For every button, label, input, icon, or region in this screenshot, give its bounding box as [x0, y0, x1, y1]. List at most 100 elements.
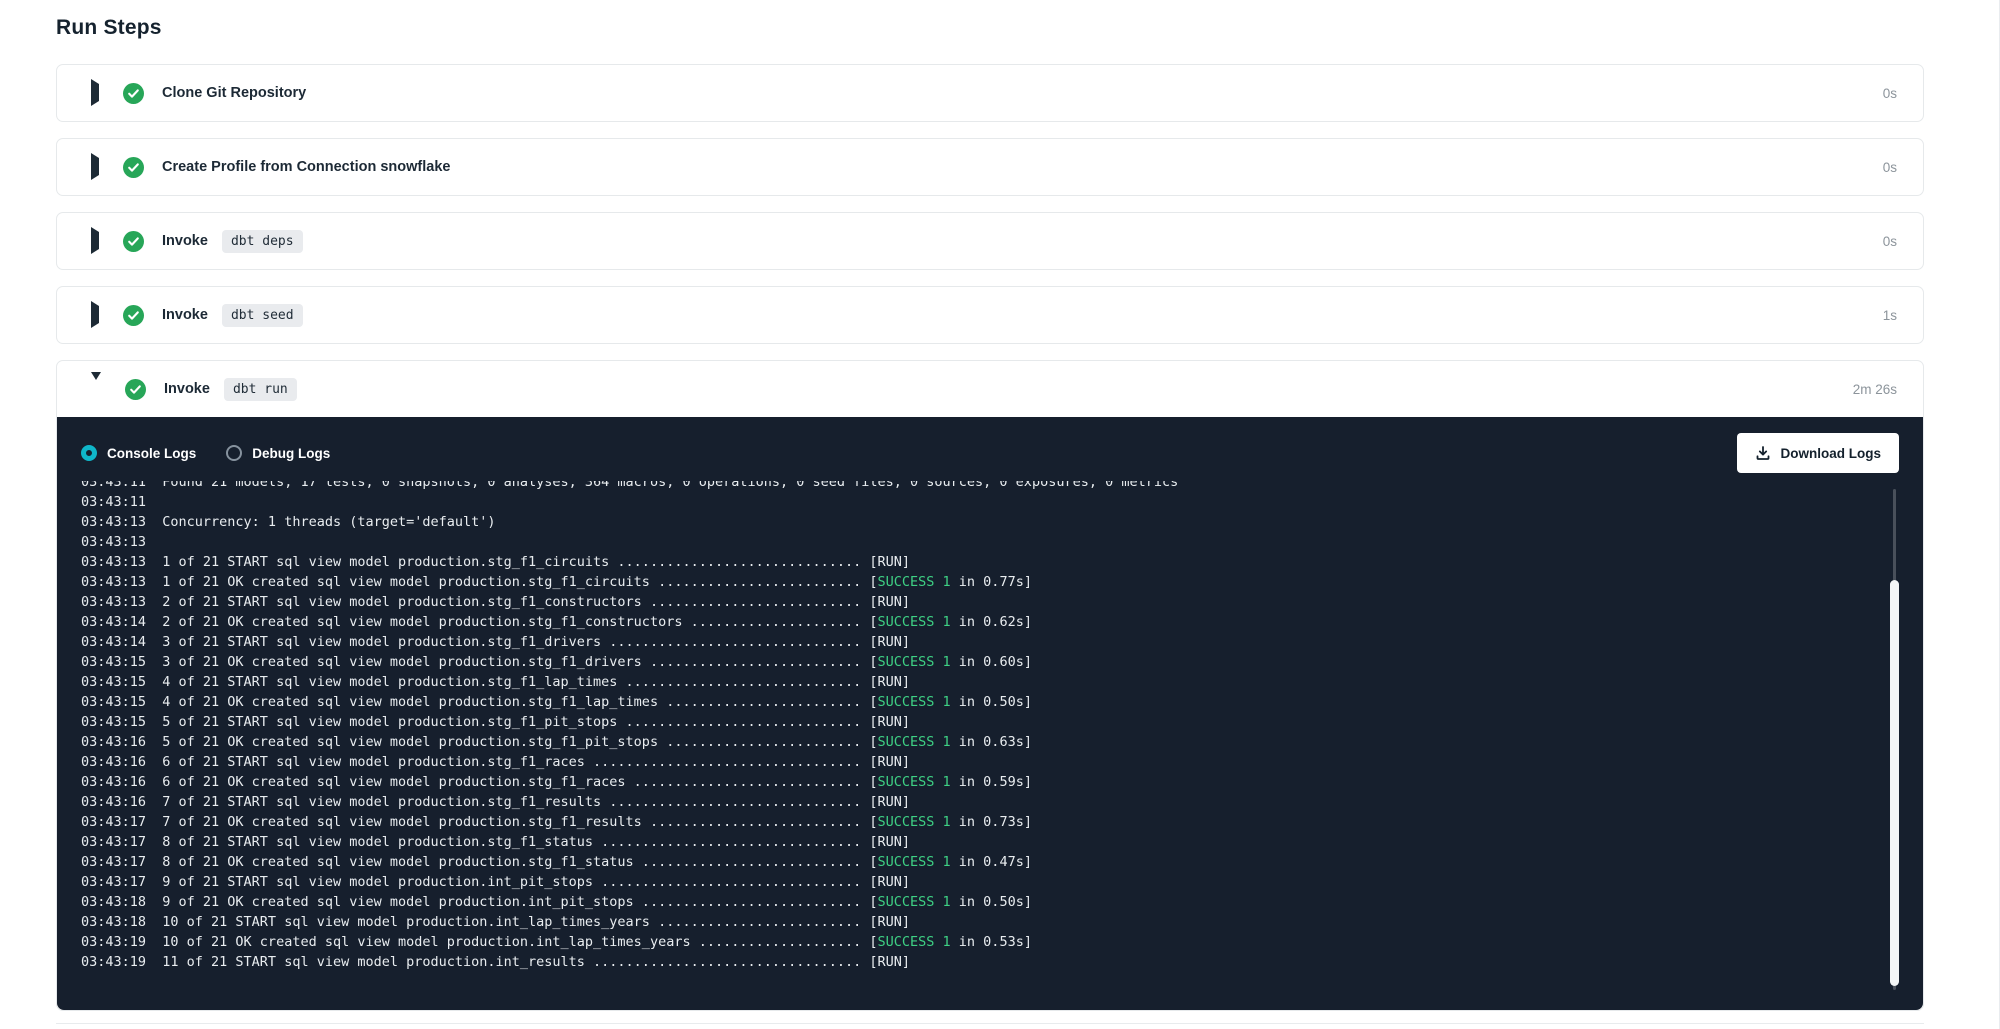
log-text-suffix: in 0.63s] — [951, 734, 1032, 750]
log-text: 03:43:16 6 of 21 OK created sql view mod… — [81, 774, 878, 790]
step-header[interactable]: Invoke dbt run 2m 26s — [57, 361, 1923, 417]
log-text: 03:43:18 9 of 21 OK created sql view mod… — [81, 894, 878, 910]
log-text-suffix: in 0.60s] — [951, 654, 1032, 670]
log-text: 03:43:13 Concurrency: 1 threads (target=… — [81, 514, 496, 530]
log-text-suffix: in 0.50s] — [951, 894, 1032, 910]
step-label: Create Profile from Connection snowflake — [162, 159, 450, 175]
run-step-create-profile: Create Profile from Connection snowflake… — [56, 138, 1924, 196]
download-logs-button[interactable]: Download Logs — [1737, 433, 1900, 473]
radio-selected-icon — [81, 445, 97, 461]
download-logs-label: Download Logs — [1781, 446, 1882, 461]
log-text: 03:43:13 — [81, 534, 146, 550]
log-status-success: SUCCESS 1 — [878, 894, 951, 910]
log-line: 03:43:15 5 of 21 START sql view model pr… — [81, 712, 1899, 732]
step-duration: 0s — [1883, 234, 1897, 249]
log-line: 03:43:17 8 of 21 OK created sql view mod… — [81, 852, 1899, 872]
log-text-suffix: in 0.62s] — [951, 614, 1032, 630]
console-log-lines: 03:43:11 Found 21 models, 17 tests, 0 sn… — [81, 481, 1899, 972]
step-label: Clone Git Repository — [162, 85, 306, 101]
step-duration: 0s — [1883, 160, 1897, 175]
scrollbar-thumb[interactable] — [1890, 580, 1899, 986]
log-text: 03:43:11 — [81, 494, 146, 510]
log-status-success: SUCCESS 1 — [878, 654, 951, 670]
log-text: 03:43:16 7 of 21 START sql view model pr… — [81, 794, 910, 810]
log-line: 03:43:17 7 of 21 OK created sql view mod… — [81, 812, 1899, 832]
log-line: 03:43:13 2 of 21 START sql view model pr… — [81, 592, 1899, 612]
log-text-suffix: in 0.47s] — [951, 854, 1032, 870]
log-text-suffix: in 0.77s] — [951, 574, 1032, 590]
step-header[interactable]: Clone Git Repository 0s — [57, 65, 1923, 121]
log-line: 03:43:17 9 of 21 START sql view model pr… — [81, 872, 1899, 892]
console-logs-label: Console Logs — [107, 446, 196, 461]
log-line: 03:43:15 3 of 21 OK created sql view mod… — [81, 652, 1899, 672]
chevron-down-icon[interactable] — [91, 380, 101, 398]
log-text: 03:43:17 9 of 21 START sql view model pr… — [81, 874, 910, 890]
log-text: 03:43:19 10 of 21 OK created sql view mo… — [81, 934, 878, 950]
log-line: 03:43:13 1 of 21 START sql view model pr… — [81, 552, 1899, 572]
log-line: 03:43:13 1 of 21 OK created sql view mod… — [81, 572, 1899, 592]
run-steps-list: Clone Git Repository 0s Create Profile f… — [56, 64, 1924, 1011]
console-panel: Console Logs Debug Logs Download Logs — [57, 417, 1923, 1010]
step-label: Invoke — [164, 381, 210, 397]
log-text: 03:43:15 3 of 21 OK created sql view mod… — [81, 654, 878, 670]
log-line: 03:43:16 6 of 21 START sql view model pr… — [81, 752, 1899, 772]
console-scrollbar[interactable] — [1890, 489, 1899, 990]
log-text: 03:43:18 10 of 21 START sql view model p… — [81, 914, 910, 930]
log-text-suffix: in 0.59s] — [951, 774, 1032, 790]
step-header[interactable]: Invoke dbt deps 0s — [57, 213, 1923, 269]
radio-unselected-icon — [226, 445, 242, 461]
chevron-right-icon[interactable] — [91, 232, 99, 250]
log-line: 03:43:18 9 of 21 OK created sql view mod… — [81, 892, 1899, 912]
run-step-clone-git-repository: Clone Git Repository 0s — [56, 64, 1924, 122]
log-text: 03:43:15 4 of 21 OK created sql view mod… — [81, 694, 878, 710]
log-text-suffix: in 0.73s] — [951, 814, 1032, 830]
log-text: 03:43:15 5 of 21 START sql view model pr… — [81, 714, 910, 730]
console-toolbar: Console Logs Debug Logs Download Logs — [81, 431, 1899, 475]
step-command-pill: dbt deps — [222, 230, 303, 253]
log-text: 03:43:16 5 of 21 OK created sql view mod… — [81, 734, 878, 750]
log-status-success: SUCCESS 1 — [878, 854, 951, 870]
chevron-right-icon[interactable] — [91, 158, 99, 176]
log-status-success: SUCCESS 1 — [878, 574, 951, 590]
step-duration: 2m 26s — [1853, 382, 1897, 397]
step-command-pill: dbt run — [224, 378, 297, 401]
log-line: 03:43:14 2 of 21 OK created sql view mod… — [81, 612, 1899, 632]
log-status-success: SUCCESS 1 — [878, 614, 951, 630]
log-line: 03:43:19 10 of 21 OK created sql view mo… — [81, 932, 1899, 952]
log-line: 03:43:16 5 of 21 OK created sql view mod… — [81, 732, 1899, 752]
log-text: 03:43:17 7 of 21 OK created sql view mod… — [81, 814, 878, 830]
log-line: 03:43:13 Concurrency: 1 threads (target=… — [81, 512, 1899, 532]
log-line: 03:43:11 Found 21 models, 17 tests, 0 sn… — [81, 481, 1899, 492]
log-line: 03:43:16 6 of 21 OK created sql view mod… — [81, 772, 1899, 792]
log-text: 03:43:19 11 of 21 START sql view model p… — [81, 954, 910, 970]
chevron-right-icon[interactable] — [91, 306, 99, 324]
log-text: 03:43:13 1 of 21 START sql view model pr… — [81, 554, 910, 570]
step-command-pill: dbt seed — [222, 304, 303, 327]
log-text: 03:43:16 6 of 21 START sql view model pr… — [81, 754, 910, 770]
step-label: Invoke — [162, 307, 208, 323]
chevron-right-icon[interactable] — [91, 84, 99, 102]
log-text-suffix: in 0.53s] — [951, 934, 1032, 950]
console-logs-radio[interactable]: Console Logs — [81, 445, 196, 461]
page-title: Run Steps — [56, 16, 1999, 40]
debug-logs-radio[interactable]: Debug Logs — [226, 445, 330, 461]
success-check-icon — [123, 305, 144, 326]
log-text: 03:43:15 4 of 21 START sql view model pr… — [81, 674, 910, 690]
debug-logs-label: Debug Logs — [252, 446, 330, 461]
run-step-dbt-deps: Invoke dbt deps 0s — [56, 212, 1924, 270]
log-line: 03:43:15 4 of 21 START sql view model pr… — [81, 672, 1899, 692]
log-text: 03:43:13 1 of 21 OK created sql view mod… — [81, 574, 878, 590]
log-line: 03:43:14 3 of 21 START sql view model pr… — [81, 632, 1899, 652]
step-header[interactable]: Invoke dbt seed 1s — [57, 287, 1923, 343]
console-log-area[interactable]: 03:43:11 Found 21 models, 17 tests, 0 sn… — [81, 481, 1899, 992]
log-line: 03:43:17 8 of 21 START sql view model pr… — [81, 832, 1899, 852]
step-duration: 1s — [1883, 308, 1897, 323]
log-text: 03:43:17 8 of 21 START sql view model pr… — [81, 834, 910, 850]
step-header[interactable]: Create Profile from Connection snowflake… — [57, 139, 1923, 195]
success-check-icon — [125, 379, 146, 400]
success-check-icon — [123, 157, 144, 178]
run-step-dbt-seed: Invoke dbt seed 1s — [56, 286, 1924, 344]
log-status-success: SUCCESS 1 — [878, 734, 951, 750]
log-status-success: SUCCESS 1 — [878, 694, 951, 710]
success-check-icon — [123, 231, 144, 252]
